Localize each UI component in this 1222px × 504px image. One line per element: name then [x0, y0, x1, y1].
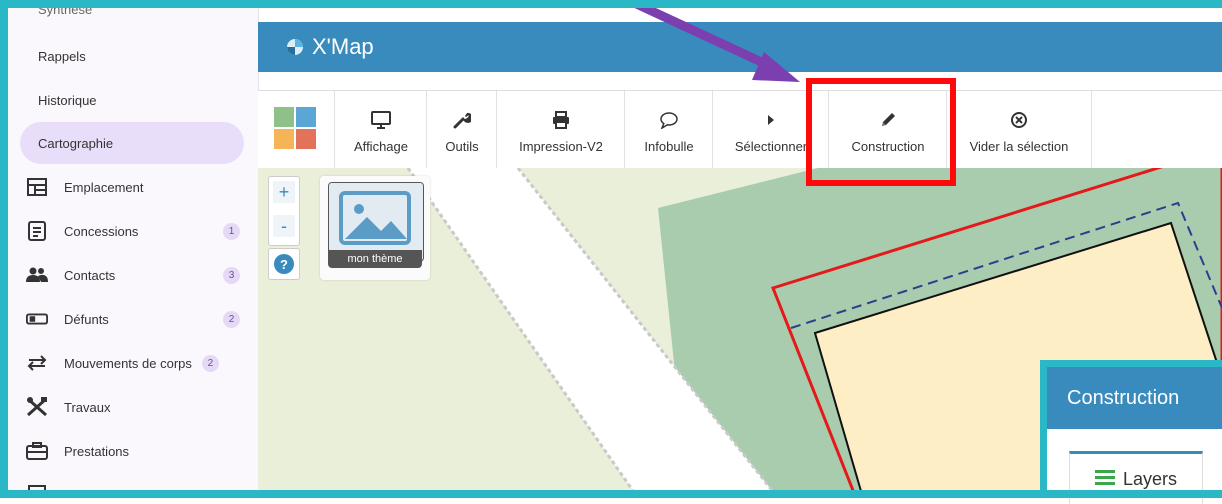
pointer-arrow-icon — [626, 0, 800, 82]
